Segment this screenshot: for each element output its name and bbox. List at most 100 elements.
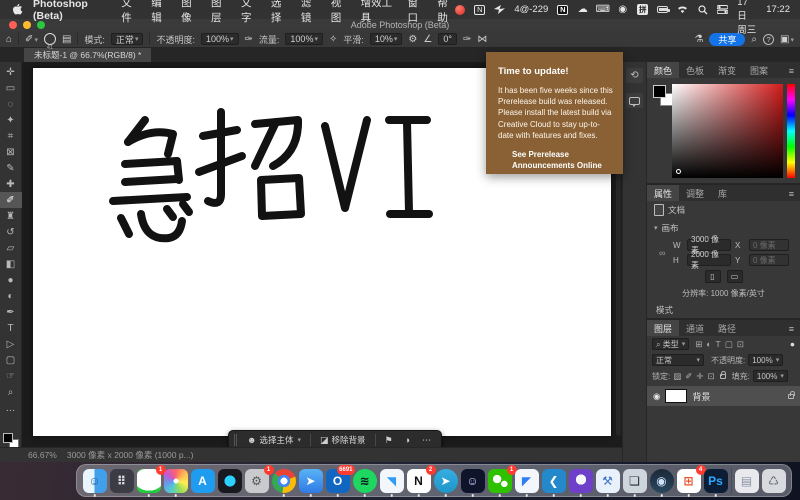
chrome[interactable] <box>272 469 296 493</box>
menu-item[interactable]: 视图 <box>331 0 348 25</box>
history-panel-icon[interactable]: ⟲ <box>626 68 643 83</box>
brush-size-preview[interactable]: 41 <box>44 33 56 45</box>
panel-tab[interactable]: 通道 <box>679 320 711 336</box>
layer-opacity-input[interactable]: 100%▾ <box>748 354 783 366</box>
notion[interactable]: N 2 <box>407 469 431 493</box>
panel-menu-icon[interactable]: ≡ <box>789 66 794 76</box>
telegram[interactable]: ➤ <box>434 469 458 493</box>
input-method-icon[interactable]: 拼 <box>637 4 648 15</box>
menu-item[interactable]: 帮助 <box>437 0 454 25</box>
panel-tab[interactable]: 色板 <box>679 62 711 78</box>
app-store[interactable]: A <box>191 469 215 493</box>
select-subject-button[interactable]: ☻选择主体▾ <box>241 432 307 448</box>
menu-item[interactable]: 滤镜 <box>301 0 318 25</box>
wifi-icon[interactable] <box>677 4 688 16</box>
thunder-bird-app[interactable]: ◥ <box>380 469 404 493</box>
panel-menu-icon[interactable]: ≡ <box>789 189 794 199</box>
photos[interactable] <box>164 469 188 493</box>
color-swatches[interactable] <box>652 84 672 108</box>
record-icon[interactable]: ◉ <box>617 4 628 16</box>
portrait-orientation-button[interactable]: ▯ <box>705 270 721 283</box>
foreground-color[interactable] <box>653 85 666 98</box>
battery-icon[interactable] <box>657 4 668 16</box>
menu-item[interactable]: 选择 <box>271 0 288 25</box>
apple-menu-icon[interactable] <box>12 2 23 18</box>
layer-visibility-eye-icon[interactable]: ◉ <box>653 391 660 402</box>
lock-all-icon[interactable] <box>720 374 726 379</box>
hue-slider[interactable] <box>787 84 795 178</box>
chat-app[interactable]: ☺ <box>461 469 485 493</box>
saturation-brightness-field[interactable] <box>672 84 783 178</box>
menu-item[interactable]: 编辑 <box>151 0 168 25</box>
panel-tab[interactable]: 路径 <box>711 320 743 336</box>
blend-mode-select[interactable]: 正常▾ <box>111 33 144 45</box>
mail-plane-app[interactable]: ➤ <box>299 469 323 493</box>
taskbar-more-button[interactable]: ⋯ <box>416 432 437 448</box>
panel-tab[interactable]: 库 <box>711 185 734 201</box>
panel-tab[interactable]: 调整 <box>679 185 711 201</box>
document-tab[interactable]: 未标题-1 @ 66.7%(RGB/8) * <box>24 48 151 62</box>
layer-filter-select[interactable]: ⌕类型▾ <box>652 338 689 350</box>
notion-menubar-icon[interactable]: N <box>557 5 568 15</box>
red-app-icon[interactable] <box>454 4 465 16</box>
flow-input[interactable]: 100%▾ <box>285 33 323 45</box>
menu-item[interactable]: 增效工具 <box>361 0 395 25</box>
wechat[interactable]: 1 <box>488 469 512 493</box>
link-dimensions-icon[interactable]: ∞ <box>659 248 669 258</box>
smoothing-gear-icon[interactable]: ⚙ <box>408 34 417 45</box>
notification-link[interactable]: See Prerelease Announcements Online <box>512 149 613 171</box>
menu-item[interactable]: 文字 <box>241 0 258 25</box>
vpn-bird-icon[interactable] <box>494 4 505 16</box>
dock-separator[interactable] <box>731 468 732 494</box>
menubar-date[interactable]: 7月17日 周三 <box>737 0 757 36</box>
x-input[interactable]: 0 像素 <box>749 239 789 251</box>
adjustments-button[interactable]: ◑ <box>399 432 416 448</box>
brush-preset-picker[interactable]: ✐▾ <box>25 34 38 45</box>
airbrush-icon[interactable]: ✧ <box>329 34 337 45</box>
comments-panel-icon[interactable] <box>626 93 643 108</box>
remove-background-button[interactable]: ◪移除背景 <box>314 432 372 448</box>
y-input[interactable]: 0 像素 <box>749 254 789 266</box>
panel-tab[interactable]: 颜色 <box>647 62 679 78</box>
control-center-icon[interactable] <box>717 4 728 16</box>
keyboard-icon[interactable]: ⌨ <box>597 4 608 16</box>
home-icon[interactable]: ⌂ <box>6 34 12 45</box>
messages[interactable]: 1 <box>137 469 161 493</box>
layer-thumbnail[interactable] <box>665 389 687 403</box>
panel-menu-icon[interactable]: ≡ <box>789 324 794 334</box>
trash[interactable]: ♺ <box>762 469 786 493</box>
opacity-pressure-icon[interactable]: ✑ <box>245 34 253 45</box>
downloads-folder[interactable]: ▤ <box>735 469 759 493</box>
smoothing-input[interactable]: 10%▾ <box>370 33 403 45</box>
menubar-time[interactable]: 17:22 <box>766 4 790 15</box>
boxed-n-icon[interactable]: N <box>474 5 485 15</box>
photoshop[interactable]: Ps <box>704 469 728 493</box>
panel-tab[interactable]: 图层 <box>647 320 679 336</box>
remote-desktop[interactable]: ❏ <box>623 469 647 493</box>
color-picker-handle[interactable] <box>676 169 681 174</box>
landscape-orientation-button[interactable]: ▭ <box>727 270 743 283</box>
panel-tab[interactable]: 属性 <box>647 185 679 201</box>
zoom-level[interactable]: 66.67% <box>28 450 57 460</box>
menu-item[interactable]: 窗口 <box>408 0 425 25</box>
menu-item[interactable]: 图像 <box>181 0 198 25</box>
layer-blend-mode-select[interactable]: 正常▾ <box>652 354 704 366</box>
spotlight-search-icon[interactable] <box>697 4 708 16</box>
launchpad[interactable]: ⠿ <box>110 469 134 493</box>
finder[interactable]: ☺ <box>83 469 107 493</box>
xcode[interactable]: ⚒ <box>596 469 620 493</box>
blue-bird-app[interactable]: ◤ <box>515 469 539 493</box>
system-settings[interactable]: ⚙ 1 <box>245 469 269 493</box>
vscode[interactable]: ❮ <box>542 469 566 493</box>
foreground-color-swatch[interactable] <box>3 433 13 443</box>
github-desktop[interactable] <box>569 469 593 493</box>
outlook[interactable]: O 6691 <box>326 469 350 493</box>
transform-button[interactable]: ⚑ <box>379 432 399 448</box>
menubar-app-name[interactable]: Photoshop (Beta) <box>33 0 109 22</box>
dev-app[interactable] <box>218 469 242 493</box>
height-input[interactable]: 2000 像素 <box>687 254 731 266</box>
layer-row-background[interactable]: ◉ 背景 <box>647 386 800 406</box>
steam[interactable]: ◉ <box>650 469 674 493</box>
microsoft-365[interactable]: ⊞ 4 <box>677 469 701 493</box>
panel-tab[interactable]: 渐变 <box>711 62 743 78</box>
